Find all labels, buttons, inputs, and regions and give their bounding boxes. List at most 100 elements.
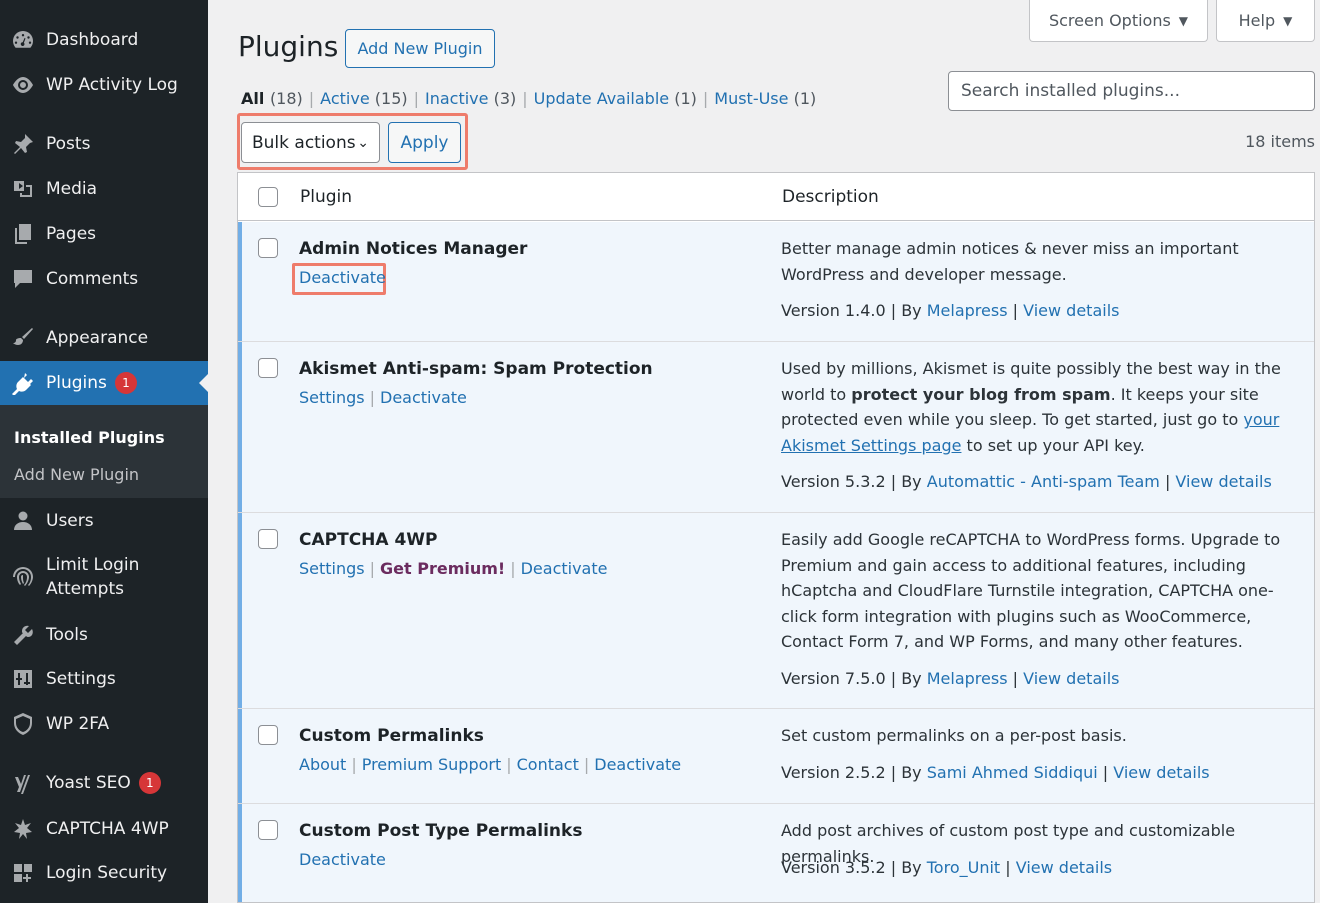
author-link[interactable]: Melapress — [927, 669, 1008, 688]
sidebar-item-wp-activity-log[interactable]: WP Activity Log — [0, 65, 208, 105]
add-new-plugin-button[interactable]: Add New Plugin — [345, 29, 495, 68]
submenu-installed-plugins[interactable]: Installed Plugins — [14, 428, 165, 447]
submenu-add-new-plugin[interactable]: Add New Plugin — [14, 465, 139, 484]
row-checkbox[interactable] — [258, 238, 278, 258]
separator: | — [522, 89, 528, 108]
sidebar-item-comments[interactable]: Comments — [0, 259, 208, 299]
pages-icon — [0, 222, 46, 246]
eye-icon — [0, 73, 46, 97]
sidebar-item-posts[interactable]: Posts — [0, 124, 208, 164]
author-link[interactable]: Melapress — [927, 301, 1008, 320]
premium-support-link[interactable]: Premium Support — [362, 755, 502, 774]
plugins-table: Plugin Description Admin Notices Manager… — [237, 172, 1315, 903]
sidebar-item-dashboard[interactable]: Dashboard — [0, 20, 208, 60]
sidebar-item-settings[interactable]: Settings — [0, 659, 208, 699]
pin-icon — [0, 132, 46, 156]
sidebar-item-wp-2fa[interactable]: WP 2FA — [0, 704, 208, 744]
filter-all-count: (18) — [269, 89, 303, 108]
separator: | — [506, 755, 512, 774]
filter-active[interactable]: Active — [320, 89, 370, 108]
filter-update-available[interactable]: Update Available — [534, 89, 669, 108]
plugin-description: Used by millions, Akismet is quite possi… — [781, 356, 1306, 458]
sidebar-item-captcha-4wp[interactable]: CAPTCHA 4WP — [0, 809, 208, 849]
apply-button[interactable]: Apply — [388, 122, 461, 163]
contact-link[interactable]: Contact — [517, 755, 579, 774]
fingerprint-icon — [0, 565, 46, 589]
sidebar-item-limit-login-attempts[interactable]: Limit Login Attempts — [0, 550, 208, 604]
deactivate-link[interactable]: Deactivate — [299, 268, 386, 287]
sidebar-item-pages[interactable]: Pages — [0, 214, 208, 254]
settings-link[interactable]: Settings — [299, 559, 365, 578]
table-header: Plugin Description — [238, 173, 1314, 221]
by-text: By — [901, 472, 922, 491]
wrench-icon — [0, 623, 46, 647]
settings-link[interactable]: Settings — [299, 388, 365, 407]
filter-active-label: Active — [320, 89, 370, 108]
bulk-actions-label: Bulk actions — [252, 132, 356, 153]
plugin-actions: Settings | Get Premium! | Deactivate — [299, 559, 607, 578]
row-checkbox[interactable] — [258, 358, 278, 378]
deactivate-link[interactable]: Deactivate — [299, 850, 386, 869]
user-icon — [0, 509, 46, 533]
row-checkbox[interactable] — [258, 529, 278, 549]
plugin-name: Akismet Anti-spam: Spam Protection — [299, 359, 653, 379]
filter-active-count: (15) — [374, 89, 408, 108]
get-premium-link[interactable]: Get Premium! — [380, 559, 505, 578]
sidebar-item-users[interactable]: Users — [0, 501, 208, 541]
plugin-version: Version 2.5.2 | By Sami Ahmed Siddiqui |… — [781, 763, 1210, 782]
sidebar-item-label: Pages — [46, 224, 97, 244]
separator: | — [308, 89, 315, 108]
author-link[interactable]: Toro_Unit — [927, 858, 1000, 877]
brush-icon — [0, 326, 46, 350]
row-checkbox[interactable] — [258, 820, 278, 840]
view-details-link[interactable]: View details — [1175, 472, 1271, 491]
plugin-actions: About | Premium Support | Contact | Deactivate — [299, 755, 681, 774]
plugin-description: Easily add Google reCAPTCHA to WordPress… — [781, 530, 1281, 652]
sidebar-item-label: Users — [46, 511, 94, 531]
help-button[interactable]: Help ▼ — [1216, 0, 1315, 42]
screen-options-button[interactable]: Screen Options ▼ — [1029, 0, 1208, 42]
sidebar-item-label: Plugins — [46, 373, 107, 393]
filter-inactive-count: (3) — [493, 89, 517, 108]
sidebar-item-media[interactable]: Media — [0, 169, 208, 209]
sidebar-item-tools[interactable]: Tools — [0, 615, 208, 655]
row-checkbox[interactable] — [258, 725, 278, 745]
bulk-actions-select[interactable]: Bulk actions ⌄ — [241, 122, 380, 163]
sidebar-item-label: Tools — [46, 625, 88, 645]
filter-all[interactable]: All (18) — [241, 89, 303, 108]
sidebar-item-plugins[interactable]: Plugins 1 — [0, 361, 208, 405]
filter-inactive[interactable]: Inactive — [425, 89, 489, 108]
plugin-actions: Deactivate — [299, 850, 386, 869]
caret-down-icon: ▼ — [1178, 13, 1189, 28]
deactivate-link[interactable]: Deactivate — [380, 388, 467, 407]
deactivate-link[interactable]: Deactivate — [521, 559, 608, 578]
plugin-version: Version 7.5.0 | By Melapress | View deta… — [781, 669, 1120, 688]
author-link[interactable]: Automattic - Anti-spam Team — [927, 472, 1160, 491]
view-details-link[interactable]: View details — [1113, 763, 1209, 782]
deactivate-link[interactable]: Deactivate — [594, 755, 681, 774]
captcha-icon — [0, 817, 46, 841]
plugin-name: CAPTCHA 4WP — [299, 530, 438, 550]
view-details-link[interactable]: View details — [1023, 301, 1119, 320]
version-text: Version 7.5.0 — [781, 669, 886, 688]
about-link[interactable]: About — [299, 755, 346, 774]
page-title: Plugins — [238, 30, 339, 63]
sidebar-item-label: Appearance — [46, 328, 149, 348]
search-plugins-input[interactable] — [948, 71, 1315, 111]
filter-update-count: (1) — [674, 89, 697, 108]
view-details-link[interactable]: View details — [1016, 858, 1112, 877]
column-header-plugin: Plugin — [300, 187, 353, 207]
view-details-link[interactable]: View details — [1023, 669, 1119, 688]
version-text: Version 3.5.2 — [781, 858, 886, 877]
plugin-description: Set custom permalinks on a per-post basi… — [781, 726, 1127, 745]
filter-must-use[interactable]: Must-Use — [714, 89, 788, 108]
screen-options-label: Screen Options — [1048, 11, 1171, 30]
author-link[interactable]: Sami Ahmed Siddiqui — [927, 763, 1098, 782]
sidebar-item-login-security[interactable]: Login Security — [0, 853, 208, 893]
separator: | — [583, 755, 590, 774]
caret-down-icon: ▼ — [1283, 13, 1293, 28]
filter-inactive-label: Inactive — [425, 89, 489, 108]
sidebar-item-appearance[interactable]: Appearance — [0, 318, 208, 358]
sidebar-item-yoast-seo[interactable]: Yoast SEO 1 — [0, 763, 208, 803]
select-all-checkbox[interactable] — [258, 187, 278, 207]
